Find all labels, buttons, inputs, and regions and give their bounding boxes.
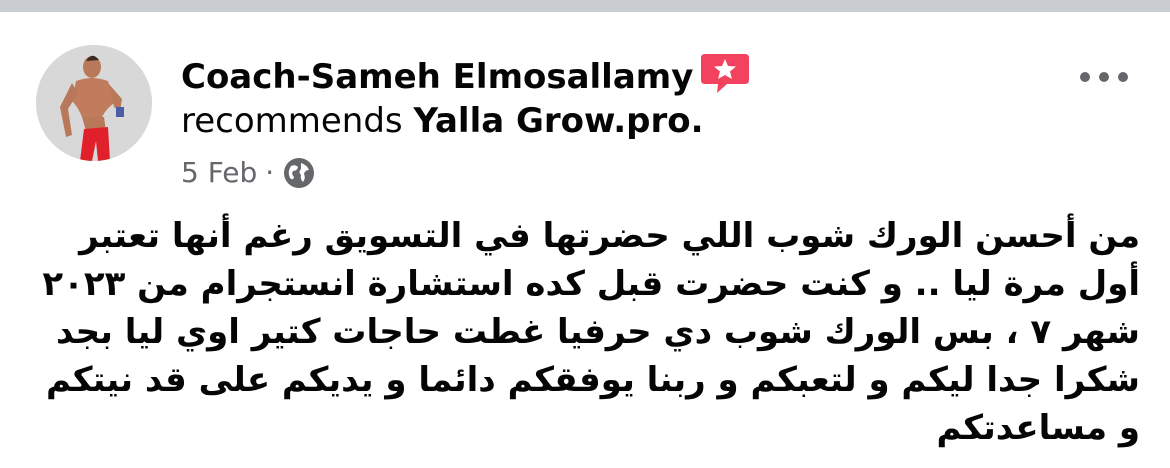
profile-photo bbox=[36, 45, 152, 161]
post-author-line: Coach-Sameh Elmosallamy bbox=[181, 50, 751, 97]
post-meta: 5 Feb · bbox=[181, 155, 316, 191]
post-date[interactable]: 5 Feb bbox=[181, 155, 257, 191]
post-action-line: recommends Yalla Grow.pro. bbox=[181, 101, 704, 141]
more-options-icon[interactable] bbox=[1078, 66, 1130, 86]
globe-icon[interactable] bbox=[282, 156, 316, 190]
top-divider bbox=[0, 0, 1170, 12]
post-text: من أحسن الورك شوب اللي حضرتها في التسويق… bbox=[42, 216, 1140, 448]
page-link[interactable]: Yalla Grow.pro. bbox=[413, 101, 703, 141]
author-name[interactable]: Coach-Sameh Elmosallamy bbox=[181, 57, 693, 97]
meta-separator: · bbox=[265, 156, 275, 189]
avatar[interactable] bbox=[36, 45, 152, 161]
action-text: recommends bbox=[181, 101, 403, 141]
star-flag-icon bbox=[699, 50, 751, 94]
